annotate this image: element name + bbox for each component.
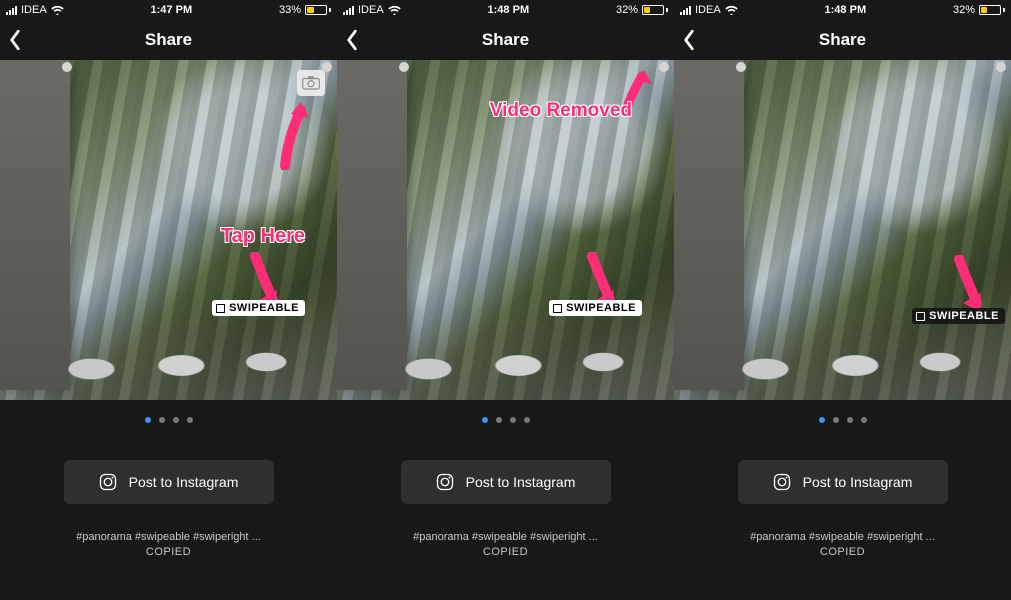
status-bar: IDEA 1:47 PM 33% (0, 0, 337, 20)
copied-label: COPIED (337, 545, 674, 560)
nav-bar: Share (337, 20, 674, 60)
instagram-icon (436, 473, 454, 491)
clock-label: 1:48 PM (825, 4, 867, 16)
battery-pct-label: 33% (279, 4, 301, 16)
battery-icon (642, 5, 668, 15)
battery-icon (305, 5, 331, 15)
page-title: Share (482, 30, 529, 50)
carrier-label: IDEA (695, 4, 721, 16)
back-button[interactable] (345, 20, 375, 60)
square-icon (553, 304, 562, 313)
copied-label: COPIED (0, 545, 337, 560)
phone-screen-3: IDEA 1:48 PM 32% Share SWIPEABLE Post (674, 0, 1011, 600)
pager-dot[interactable] (145, 417, 151, 423)
hashtags-block: #panorama #swipeable #swiperight ... COP… (0, 530, 337, 561)
battery-pct-label: 32% (616, 4, 638, 16)
status-bar: IDEA 1:48 PM 32% (674, 0, 1011, 20)
carrier-label: IDEA (358, 4, 384, 16)
hashtags-block: #panorama #swipeable #swiperight ... COP… (674, 530, 1011, 561)
page-indicator (674, 400, 1011, 440)
post-to-instagram-button[interactable]: Post to Instagram (738, 460, 948, 504)
pager-dot[interactable] (833, 417, 839, 423)
pager-dot[interactable] (496, 417, 502, 423)
copied-label: COPIED (674, 545, 1011, 560)
camera-icon[interactable] (297, 70, 325, 96)
post-to-instagram-button[interactable]: Post to Instagram (401, 460, 611, 504)
signal-icon (343, 6, 354, 15)
instagram-icon (773, 473, 791, 491)
swipeable-badge[interactable]: SWIPEABLE (212, 300, 305, 316)
post-to-instagram-button[interactable]: Post to Instagram (64, 460, 274, 504)
photo-cars (714, 320, 971, 390)
post-button-label: Post to Instagram (466, 474, 576, 490)
annotation-arrow-top (618, 68, 654, 114)
media-preview[interactable]: Video Removed SWIPEABLE (337, 60, 674, 400)
annotation-text: Tap Here (221, 225, 305, 248)
post-button-label: Post to Instagram (803, 474, 913, 490)
chevron-left-icon (8, 29, 22, 51)
swipeable-badge[interactable]: SWIPEABLE (912, 308, 1005, 324)
status-bar: IDEA 1:48 PM 32% (337, 0, 674, 20)
battery-pct-label: 32% (953, 4, 975, 16)
annotation-text: Video Removed (490, 100, 632, 122)
chevron-left-icon (345, 29, 359, 51)
phone-screen-1: IDEA 1:47 PM 33% Share Tap Here SWIPEABL… (0, 0, 337, 600)
clock-label: 1:47 PM (151, 4, 193, 16)
hashtags-text: #panorama #swipeable #swiperight ... (674, 530, 1011, 545)
square-icon (216, 304, 225, 313)
post-button-label: Post to Instagram (129, 474, 239, 490)
pager-dot[interactable] (482, 417, 488, 423)
back-button[interactable] (8, 20, 38, 60)
battery-icon (979, 5, 1005, 15)
swipeable-label: SWIPEABLE (566, 302, 636, 314)
chevron-left-icon (682, 29, 696, 51)
photo-cars (40, 320, 297, 390)
pager-dot[interactable] (173, 417, 179, 423)
pager-dot[interactable] (847, 417, 853, 423)
pager-dot[interactable] (819, 417, 825, 423)
pager-dot[interactable] (159, 417, 165, 423)
swipeable-label: SWIPEABLE (929, 310, 999, 322)
pager-dot[interactable] (510, 417, 516, 423)
clock-label: 1:48 PM (488, 4, 530, 16)
hashtags-block: #panorama #swipeable #swiperight ... COP… (337, 530, 674, 561)
page-indicator (0, 400, 337, 440)
annotation-arrow-top (273, 100, 313, 170)
hashtags-text: #panorama #swipeable #swiperight ... (337, 530, 674, 545)
photo-cars (377, 320, 634, 390)
wifi-icon (51, 5, 64, 15)
annotation-arrow-down (949, 255, 989, 315)
page-title: Share (145, 30, 192, 50)
pager-dot[interactable] (861, 417, 867, 423)
swipeable-badge[interactable]: SWIPEABLE (549, 300, 642, 316)
media-preview[interactable]: SWIPEABLE (674, 60, 1011, 400)
media-preview[interactable]: Tap Here SWIPEABLE (0, 60, 337, 400)
page-title: Share (819, 30, 866, 50)
signal-icon (6, 6, 17, 15)
hashtags-text: #panorama #swipeable #swiperight ... (0, 530, 337, 545)
swipeable-label: SWIPEABLE (229, 302, 299, 314)
page-indicator (337, 400, 674, 440)
instagram-icon (99, 473, 117, 491)
signal-icon (680, 6, 691, 15)
wifi-icon (388, 5, 401, 15)
back-button[interactable] (682, 20, 712, 60)
nav-bar: Share (674, 20, 1011, 60)
pager-dot[interactable] (187, 417, 193, 423)
nav-bar: Share (0, 20, 337, 60)
pager-dot[interactable] (524, 417, 530, 423)
square-icon (916, 312, 925, 321)
carrier-label: IDEA (21, 4, 47, 16)
phone-screen-2: IDEA 1:48 PM 32% Share Video Removed SWI… (337, 0, 674, 600)
wifi-icon (725, 5, 738, 15)
